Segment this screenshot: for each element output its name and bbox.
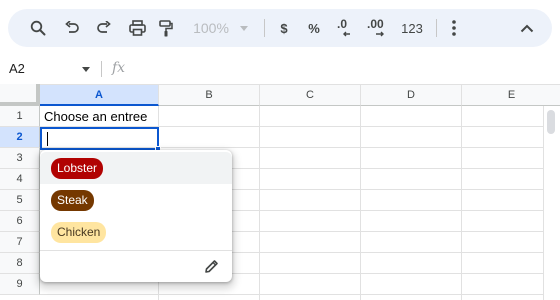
dropdown-option-lobster[interactable]: Lobster	[40, 152, 232, 184]
row-header-5[interactable]: 5	[0, 190, 40, 211]
currency-label: $	[280, 20, 288, 36]
chip-lobster: Lobster	[51, 158, 104, 179]
row-header-1[interactable]: 1	[0, 106, 40, 127]
decrease-decimal-label: .0	[337, 17, 347, 31]
fx-icon: fx	[112, 60, 126, 76]
row-header-8[interactable]: 8	[0, 253, 40, 274]
percent-format-button[interactable]: %	[304, 9, 324, 47]
row-header-3[interactable]: 3	[0, 148, 40, 169]
row-header-7[interactable]: 7	[0, 232, 40, 253]
row-header-4[interactable]: 4	[0, 169, 40, 190]
more-vert-icon[interactable]	[444, 9, 464, 47]
toolbar-divider	[436, 19, 437, 37]
name-box-caret-icon	[82, 67, 90, 72]
zoom-value: 100%	[193, 20, 229, 36]
text-cursor	[47, 132, 48, 146]
dropdown-option-chicken[interactable]: Chicken	[40, 216, 232, 248]
column-header-b[interactable]: B	[159, 84, 260, 106]
edit-icon[interactable]	[200, 255, 222, 277]
vertical-scrollbar[interactable]	[543, 106, 560, 300]
row-header-2[interactable]: 2	[0, 127, 40, 148]
decrease-decimal-button[interactable]: .0	[334, 9, 358, 47]
undo-icon[interactable]	[60, 9, 84, 47]
chip-steak: Steak	[51, 190, 94, 211]
percent-label: %	[308, 20, 320, 36]
dropdown-divider	[40, 250, 232, 251]
toolbar-divider	[264, 19, 265, 37]
grid-line	[360, 106, 361, 300]
paint-format-icon[interactable]	[154, 9, 178, 47]
row-header-6[interactable]: 6	[0, 211, 40, 232]
zoom-caret-icon	[240, 26, 248, 31]
grid-line	[259, 106, 260, 300]
cell-a1[interactable]: Choose an entree	[44, 109, 147, 124]
column-header-a[interactable]: A	[40, 84, 159, 106]
print-icon[interactable]	[125, 9, 149, 47]
cell-a2-active[interactable]	[40, 127, 159, 150]
select-all-corner[interactable]	[0, 84, 40, 106]
dropdown-menu: Lobster Steak Chicken	[40, 150, 232, 282]
name-box-value: A2	[9, 61, 25, 76]
increase-decimal-button[interactable]: .00	[366, 9, 392, 47]
more-formats-button[interactable]: 123	[398, 9, 426, 47]
toolbar: 100% $ % .0 .00 123	[8, 9, 552, 47]
increase-decimal-label: .00	[367, 17, 384, 31]
grid-line	[461, 106, 462, 300]
search-icon[interactable]	[26, 9, 50, 47]
row-header-9[interactable]: 9	[0, 274, 40, 295]
column-header-e[interactable]: E	[462, 84, 560, 106]
zoom-select: 100%	[190, 9, 232, 47]
grid-line	[40, 294, 543, 295]
scrollbar-thumb[interactable]	[547, 110, 555, 134]
formula-bar-divider	[101, 61, 102, 77]
column-header-d[interactable]: D	[361, 84, 462, 106]
currency-format-button[interactable]: $	[274, 9, 294, 47]
name-box[interactable]: A2	[0, 57, 100, 81]
more-formats-label: 123	[401, 20, 423, 36]
chevron-up-icon[interactable]	[516, 9, 538, 47]
dropdown-option-steak[interactable]: Steak	[40, 184, 232, 216]
chip-chicken: Chicken	[51, 222, 107, 243]
column-header-c[interactable]: C	[260, 84, 361, 106]
redo-icon[interactable]	[92, 9, 116, 47]
